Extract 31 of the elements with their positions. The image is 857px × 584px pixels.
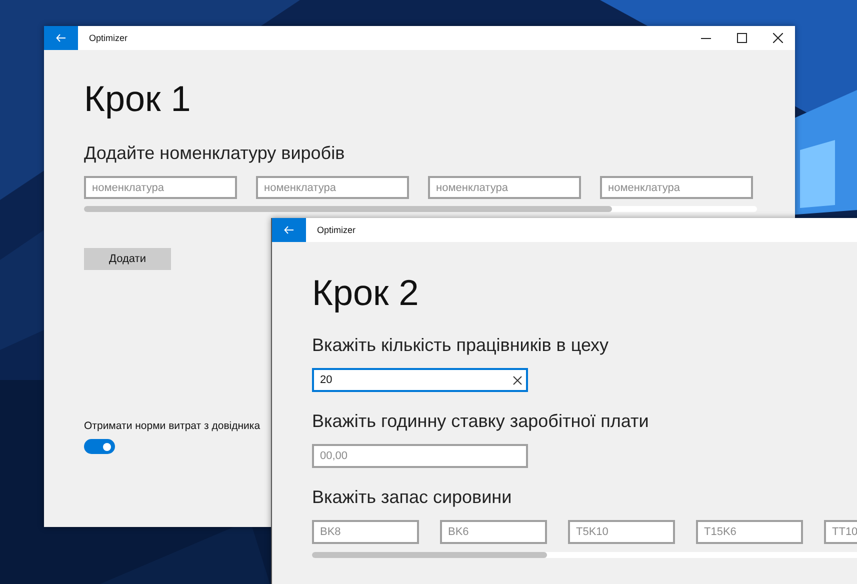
input-field[interactable]: номенклатура xyxy=(256,176,409,199)
page-heading: Крок 1 xyxy=(84,77,192,121)
input-field[interactable]: номенклатура xyxy=(428,176,581,199)
input-field[interactable]: BK6 xyxy=(440,520,547,544)
input-field[interactable]: номенклатура xyxy=(84,176,237,199)
toggle-switch[interactable] xyxy=(84,439,115,454)
clear-icon[interactable] xyxy=(513,376,522,384)
input-field[interactable]: 00,00 xyxy=(312,444,528,468)
input-field[interactable]: TT10 xyxy=(824,520,857,544)
window-title: Optimizer xyxy=(317,225,356,235)
scrollbar-thumb[interactable] xyxy=(312,552,547,558)
section-label: Вкажіть годинну ставку заробітної плати xyxy=(312,410,650,432)
back-arrow-icon xyxy=(56,34,66,42)
input-field[interactable]: T5K10 xyxy=(568,520,675,544)
toggle-label: Отримати норми витрат з довідника xyxy=(84,420,260,432)
section-label: Додайте номенклатуру виробів xyxy=(84,142,346,164)
input-field[interactable]: BK8 xyxy=(312,520,419,544)
add-button[interactable]: Додати xyxy=(84,248,171,270)
close-icon[interactable] xyxy=(773,33,783,43)
back-button[interactable] xyxy=(272,218,306,242)
input-field[interactable]: T15K6 xyxy=(696,520,803,544)
back-button[interactable] xyxy=(44,26,78,50)
input-field[interactable]: номенклатура xyxy=(600,176,753,199)
window-title: Optimizer xyxy=(89,33,128,43)
scrollbar-thumb[interactable] xyxy=(84,206,612,212)
page-heading: Крок 2 xyxy=(312,271,420,315)
section-label: Вкажіть запас сировини xyxy=(312,486,513,508)
input-field[interactable]: 20 xyxy=(312,368,528,392)
back-arrow-icon xyxy=(284,226,294,234)
section-label: Вкажіть кількість працівників в цеху xyxy=(312,334,610,356)
maximize-icon[interactable] xyxy=(737,33,747,43)
